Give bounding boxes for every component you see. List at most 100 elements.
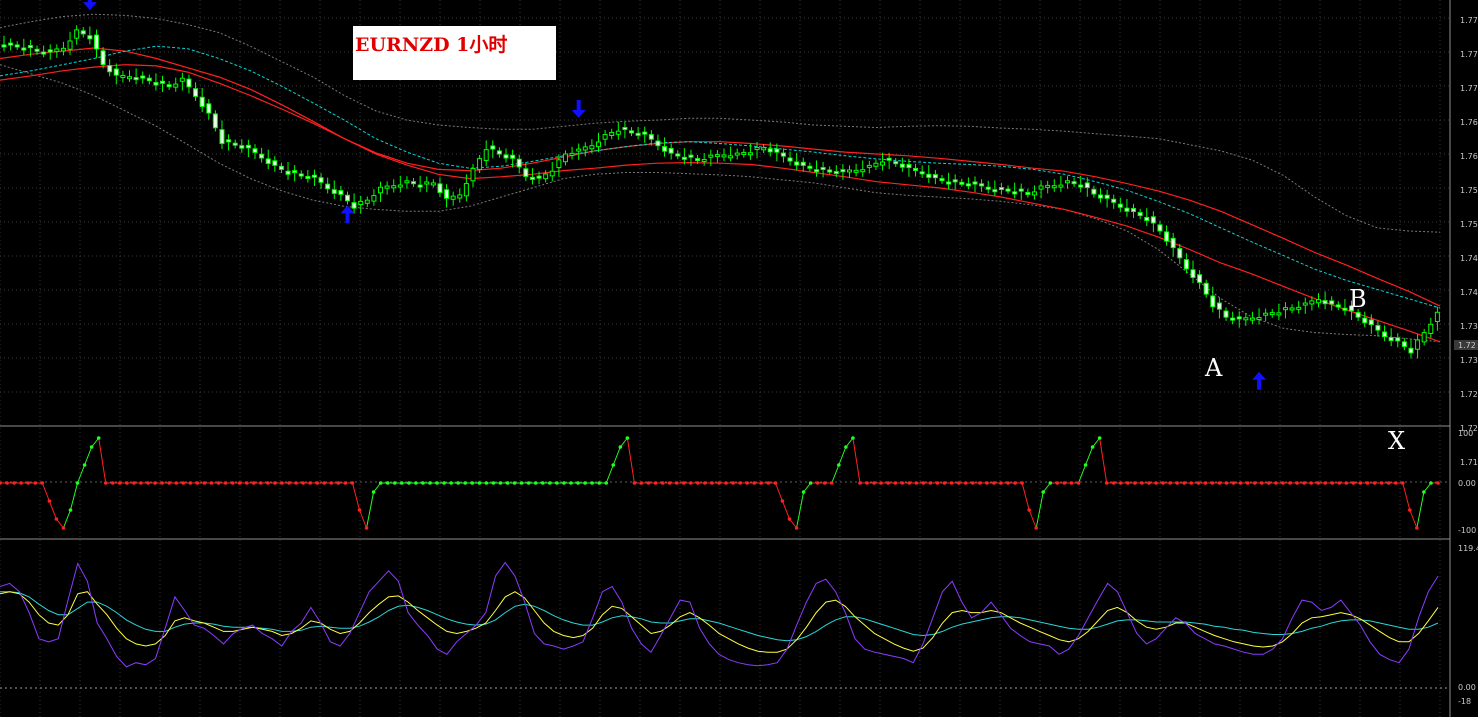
candle-body (847, 169, 853, 173)
candle-body (444, 189, 450, 199)
oscillator-point (477, 481, 482, 485)
oscillator-point (844, 445, 848, 449)
candle-body (642, 131, 648, 135)
candle-body (358, 200, 364, 205)
oscillator-point (1076, 481, 1081, 485)
oscillator-point (822, 481, 827, 485)
candle-body (701, 159, 707, 163)
oscillator-point (1295, 481, 1299, 485)
oscillator-point (1330, 481, 1335, 485)
candle-body (1071, 181, 1077, 185)
candle-body (146, 77, 152, 82)
oscillator-point (181, 481, 186, 485)
oscillator-point (865, 481, 869, 485)
candle-body (325, 183, 331, 190)
candle-body (602, 134, 608, 140)
oscillator-point (519, 481, 524, 485)
oscillator-point (1140, 481, 1144, 485)
price-tick-label: 1.71 (1460, 458, 1478, 467)
price-tick-label: 1.74 (1460, 288, 1478, 297)
candle-body (1117, 203, 1123, 208)
oscillator-point (343, 481, 348, 485)
price-tick-label: 1.77 (1460, 50, 1478, 59)
candle-body (609, 131, 615, 137)
candle-body (873, 162, 879, 167)
candle-body (985, 186, 991, 190)
candle-body (113, 68, 119, 76)
oscillator-point (1118, 481, 1123, 485)
candle-body (318, 177, 324, 183)
oscillator-point (703, 481, 707, 485)
oscillator-point (1210, 481, 1215, 485)
oscillator-point (879, 481, 883, 485)
candle-body (1362, 317, 1368, 324)
candle-body (245, 144, 251, 149)
oscillator-point (808, 481, 813, 485)
oscillator-point (900, 481, 905, 485)
oscillator-point (1020, 481, 1024, 485)
oscillator-point (118, 481, 122, 485)
oscillator-point (1288, 481, 1292, 485)
candle-body (344, 194, 350, 202)
candle-body (629, 130, 635, 134)
candle-body (490, 145, 496, 150)
price-tick-label: 1.73 (1460, 356, 1478, 365)
candle-body (54, 48, 60, 52)
candle-body (794, 161, 800, 166)
candle-body (278, 165, 284, 170)
price-tick-label: 1.73 (1460, 322, 1478, 331)
oscillator-point (759, 481, 764, 485)
oscillator-point (872, 481, 876, 485)
candle-body (404, 180, 410, 184)
oscillator-point (858, 481, 862, 485)
oscillator-point (1189, 481, 1194, 485)
candle-body (992, 189, 998, 193)
price-tick-label: 1.77 (1460, 84, 1478, 93)
oscillator-point (829, 481, 834, 485)
candle-body (298, 173, 304, 177)
oscillator-point (597, 481, 601, 485)
candle-body (292, 170, 298, 174)
oscillator-point (1274, 481, 1278, 485)
candle-body (1216, 302, 1222, 310)
candle-body (1375, 325, 1381, 331)
oscillator-point (1422, 490, 1426, 494)
candle-body (1282, 307, 1288, 311)
current-price-label: 1.72 (1458, 341, 1476, 350)
price-tick-label: 1.74 (1460, 254, 1478, 263)
oscillator-point (96, 436, 101, 440)
oscillator-point (54, 517, 59, 521)
oscillator-point (540, 481, 545, 485)
oscillator-point (1034, 526, 1039, 530)
candle-body (1236, 316, 1242, 320)
oscillator-point (815, 481, 820, 485)
oscillator-point (893, 481, 898, 485)
price-tick-label: 1.77 (1460, 16, 1478, 25)
candle-body (1045, 184, 1051, 188)
candle-body (34, 48, 40, 52)
oscillator-point (555, 481, 559, 485)
oscillator-point (244, 481, 249, 485)
candle-body (212, 113, 218, 129)
candle-body (80, 30, 86, 35)
oscillator-point (1126, 481, 1130, 485)
oscillator-point (1337, 481, 1342, 485)
candle-body (807, 165, 813, 169)
oscillator-point (442, 481, 446, 485)
candle-body (1051, 185, 1057, 189)
candle-body (662, 146, 668, 152)
oscillator-point (569, 481, 573, 485)
candle-body (397, 184, 403, 188)
oscillator-point (1175, 481, 1179, 485)
oscillator-point (914, 481, 919, 485)
oscillator-point (660, 481, 665, 485)
oscillator-point (167, 481, 171, 485)
oscillator-point (639, 481, 644, 485)
oscillator-point (1429, 481, 1433, 485)
candle-body (708, 154, 714, 158)
candle-body (899, 163, 905, 168)
candle-body (833, 171, 839, 175)
oscillator-point (1231, 481, 1236, 485)
candle-body (615, 130, 621, 135)
candle-body (780, 152, 786, 157)
